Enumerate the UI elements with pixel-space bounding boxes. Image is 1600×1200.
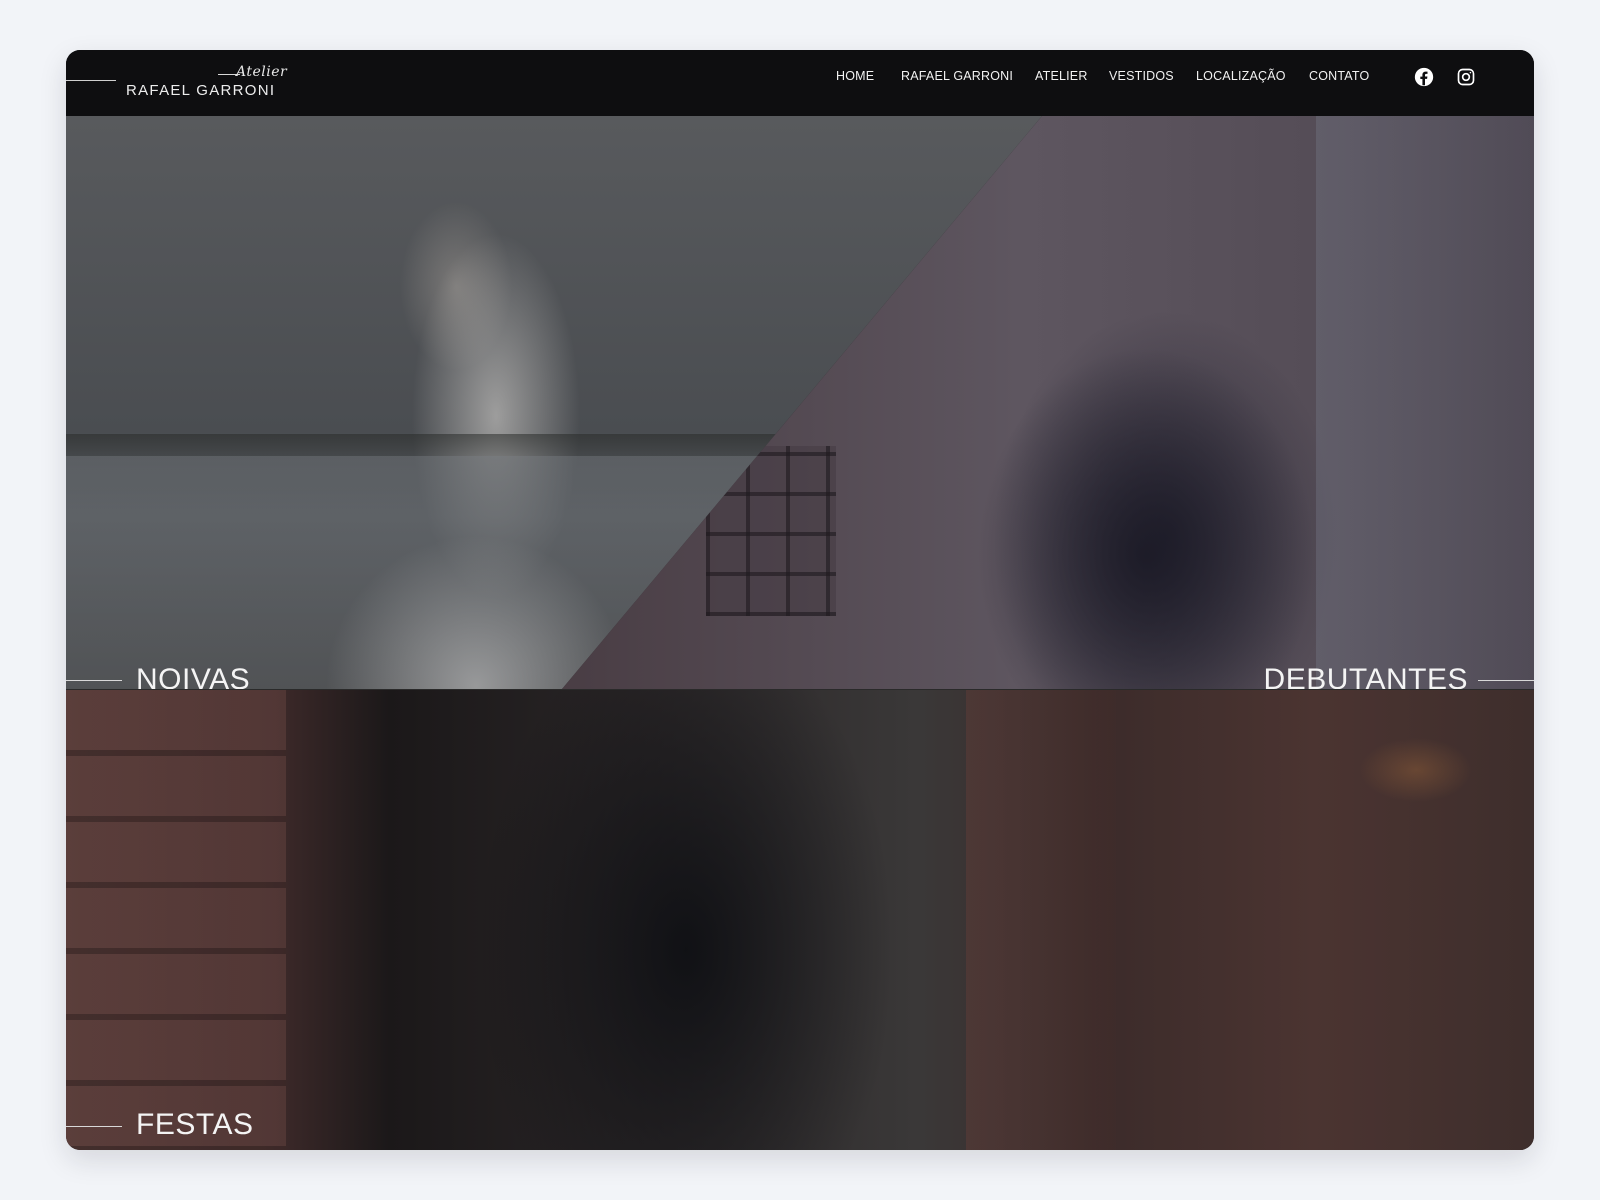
nav-contato[interactable]: CONTATO [1309, 69, 1369, 83]
noivas-label-line [66, 680, 122, 681]
nav-rafael-garroni[interactable]: RAFAEL GARRONI [901, 69, 1013, 83]
debutantes-label[interactable]: DEBUTANTES [1264, 663, 1468, 689]
hero-split: NOIVAS DEBUTANTES [66, 116, 1534, 689]
festas-label[interactable]: FESTAS [136, 1108, 253, 1142]
nav-atelier[interactable]: ATELIER [1035, 69, 1088, 83]
logo-divider [66, 80, 116, 81]
noivas-label[interactable]: NOIVAS [136, 663, 250, 689]
logo-name: RAFAEL GARRONI [126, 82, 276, 99]
logo-script: Atelier [236, 64, 288, 80]
nav-home[interactable]: HOME [836, 69, 874, 83]
nav-vestidos[interactable]: VESTIDOS [1109, 69, 1174, 83]
instagram-icon[interactable] [1456, 67, 1476, 87]
facebook-icon[interactable] [1414, 67, 1434, 87]
festas-brick-wall [66, 690, 286, 1150]
festas-pillar [966, 690, 1116, 1150]
site-window: Atelier RAFAEL GARRONI HOME RAFAEL GARRO… [66, 50, 1534, 1150]
brand-logo[interactable]: Atelier RAFAEL GARRONI [126, 64, 296, 104]
site-header: Atelier RAFAEL GARRONI HOME RAFAEL GARRO… [66, 50, 1534, 116]
festas-panel[interactable]: FESTAS [66, 689, 1534, 1150]
debutante-gown-image [936, 256, 1356, 689]
festas-label-line [66, 1126, 122, 1127]
debutantes-label-line [1478, 680, 1534, 681]
festas-bokeh [1346, 730, 1486, 810]
nav-localizacao[interactable]: LOCALIZAÇÃO [1196, 69, 1286, 83]
